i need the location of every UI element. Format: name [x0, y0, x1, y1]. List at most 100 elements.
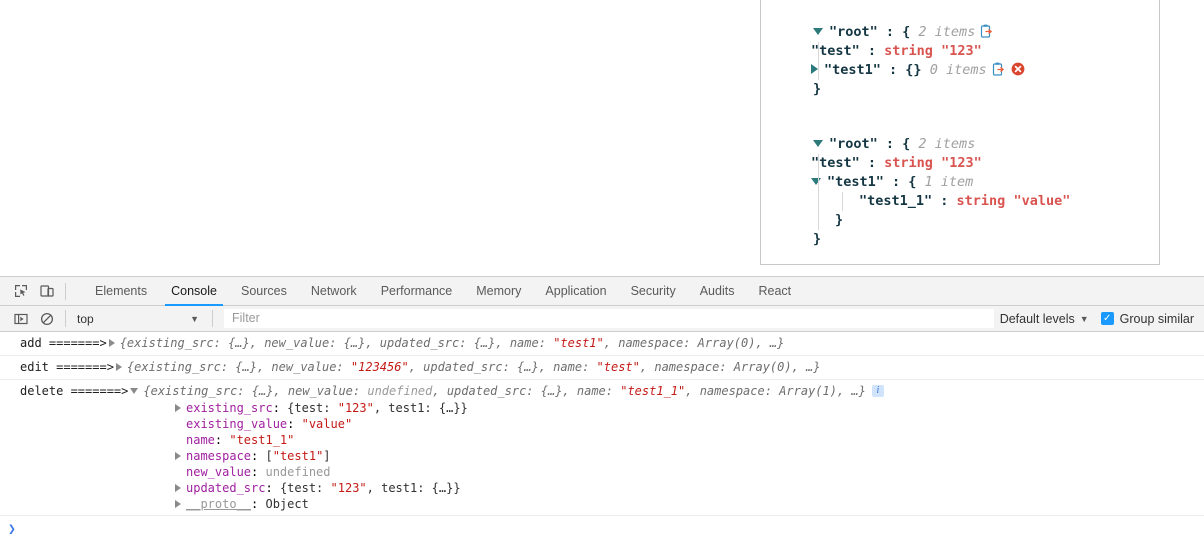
json-close-brace: }: [813, 231, 822, 247]
filter-placeholder: Filter: [232, 311, 260, 325]
tab-performance[interactable]: Performance: [369, 277, 465, 306]
string-value: "test": [596, 360, 640, 374]
console-message-edit[interactable]: edit =======> {existing_src: {…}, new_val…: [0, 356, 1204, 380]
triangle-right-icon[interactable]: [811, 64, 818, 74]
json-value: "123": [932, 155, 982, 171]
device-toolbar-icon[interactable]: [34, 277, 60, 305]
object-preview[interactable]: {existing_src: {…}, new_value: undefined…: [143, 384, 866, 398]
tab-label: Application: [545, 284, 607, 298]
json-property-row[interactable]: "test" : string "123": [761, 154, 1159, 173]
devtools-tab-list: Elements Console Sources Network Performance…: [83, 277, 803, 306]
execution-context-value: top: [77, 311, 94, 326]
clipboard-icon[interactable]: [992, 62, 1005, 76]
tab-elements[interactable]: Elements: [83, 277, 159, 306]
tab-label: Memory: [476, 284, 522, 298]
tab-audits[interactable]: Audits: [688, 277, 747, 306]
string-value: "test1": [553, 336, 604, 350]
string-value: "test1": [272, 449, 324, 463]
console-prompt-row[interactable]: ❯: [0, 516, 1204, 542]
tab-console[interactable]: Console: [159, 277, 229, 306]
json-tree-before: "root" : { 2 items "test" : string "123" "…: [761, 23, 1159, 99]
json-root-row[interactable]: "root" : { 2 items: [761, 23, 1159, 42]
string-value: "123456": [350, 360, 409, 374]
console-message-add[interactable]: add =======> {existing_src: {…}, new_valu…: [0, 332, 1204, 356]
json-braces: {}: [905, 62, 922, 78]
json-key: "test1_1": [859, 193, 933, 209]
tab-application[interactable]: Application: [533, 277, 618, 306]
json-item-count: 2 items: [918, 136, 976, 152]
json-value-type: string: [956, 193, 1006, 209]
object-property[interactable]: existing_src: {test: "123", test1: {…}}: [175, 400, 1204, 416]
json-tree-after: "root" : { 2 items "test" : string "123" "…: [761, 135, 1159, 249]
tab-label: Sources: [240, 284, 287, 298]
object-property[interactable]: namespace: ["test1"]: [175, 448, 1204, 464]
tab-network[interactable]: Network: [299, 277, 369, 306]
json-key: "root": [829, 136, 878, 152]
json-object-row[interactable]: "test1" : { 1 item: [761, 173, 1159, 192]
string-value: "123": [337, 401, 374, 415]
toolbar-divider: [65, 282, 66, 300]
triangle-right-icon[interactable]: [175, 451, 181, 460]
property-name: existing_src: [186, 401, 273, 415]
info-icon[interactable]: i: [871, 384, 884, 397]
json-property-row[interactable]: "test" : string "123": [761, 42, 1159, 61]
console-sidebar-icon[interactable]: [8, 305, 34, 333]
string-value: "value": [301, 417, 353, 431]
property-name: new_value: [186, 465, 252, 479]
filterbar-divider-2: [212, 310, 213, 327]
object-property[interactable]: existing_value: "value": [175, 416, 1204, 432]
triangle-right-icon[interactable]: [175, 403, 181, 412]
devtools-tabbar: Elements Console Sources Network Performance…: [0, 277, 1204, 306]
triangle-right-icon[interactable]: [175, 499, 181, 508]
triangle-down-icon[interactable]: [813, 139, 823, 147]
triangle-down-icon[interactable]: [130, 387, 139, 394]
property-name: name: [186, 433, 215, 447]
triangle-down-icon[interactable]: [811, 177, 821, 185]
filter-input[interactable]: Filter: [224, 309, 994, 328]
inspect-element-icon[interactable]: [8, 277, 34, 305]
json-object-row[interactable]: "test1" : {} 0 items: [761, 61, 1159, 80]
console-message-list: add =======> {existing_src: {…}, new_valu…: [0, 332, 1204, 516]
clear-console-icon[interactable]: [34, 305, 60, 333]
object-preview[interactable]: {existing_src: {…}, new_value: {…}, upda…: [120, 336, 785, 350]
tab-sources[interactable]: Sources: [229, 277, 299, 306]
json-property-row[interactable]: "test1_1" : string "value": [761, 192, 1159, 211]
triangle-right-icon[interactable]: [175, 483, 181, 492]
delete-icon[interactable]: [1011, 62, 1025, 76]
json-root-row[interactable]: "root" : { 2 items: [761, 135, 1159, 154]
json-value: "value": [1005, 193, 1071, 209]
object-property[interactable]: new_value: undefined: [175, 464, 1204, 480]
json-key: "root": [829, 24, 878, 40]
console-message-delete[interactable]: delete =======> {existing_src: {…}, new_v…: [0, 380, 1204, 516]
object-preview[interactable]: {existing_src: {…}, new_value: "123456",…: [127, 360, 821, 374]
group-similar-checkbox[interactable]: ✓: [1100, 312, 1114, 325]
tab-security[interactable]: Security: [619, 277, 688, 306]
property-name: __proto__: [186, 497, 252, 511]
object-property[interactable]: __proto__: Object: [175, 496, 1204, 512]
triangle-down-icon[interactable]: [813, 27, 823, 35]
filterbar-divider-1: [65, 310, 66, 327]
tab-label: React: [758, 284, 792, 298]
triangle-right-icon[interactable]: [115, 362, 122, 371]
triangle-right-icon[interactable]: [108, 338, 115, 347]
object-property[interactable]: updated_src: {test: "123", test1: {…}}: [175, 480, 1204, 496]
devtools-tool-icons: [0, 277, 77, 305]
execution-context-select[interactable]: top ▼: [71, 309, 207, 329]
clipboard-icon[interactable]: [980, 24, 993, 38]
json-value-type: string: [884, 155, 933, 171]
tab-react[interactable]: React: [746, 277, 803, 306]
object-property[interactable]: name: "test1_1": [175, 432, 1204, 448]
console-filter-bar: top ▼ Filter Default levels ▼ ✓ Group si…: [0, 306, 1204, 332]
object-property-list: existing_src: {test: "123", test1: {…}} e…: [20, 400, 1204, 512]
devtools-window: Elements Console Sources Network Performance…: [0, 276, 1204, 543]
property-name: existing_value: [186, 417, 288, 431]
group-similar-toggle[interactable]: ✓ Group similar: [1100, 312, 1194, 326]
undefined-value: undefined: [265, 465, 331, 479]
string-value: "123": [330, 481, 367, 495]
console-message-label: edit =======>: [20, 360, 114, 374]
property-name: updated_src: [186, 481, 266, 495]
json-close-brace: }: [835, 212, 844, 228]
console-prompt-caret: ❯: [8, 521, 16, 537]
tab-memory[interactable]: Memory: [464, 277, 533, 306]
log-levels-select[interactable]: Default levels ▼: [1000, 312, 1089, 326]
